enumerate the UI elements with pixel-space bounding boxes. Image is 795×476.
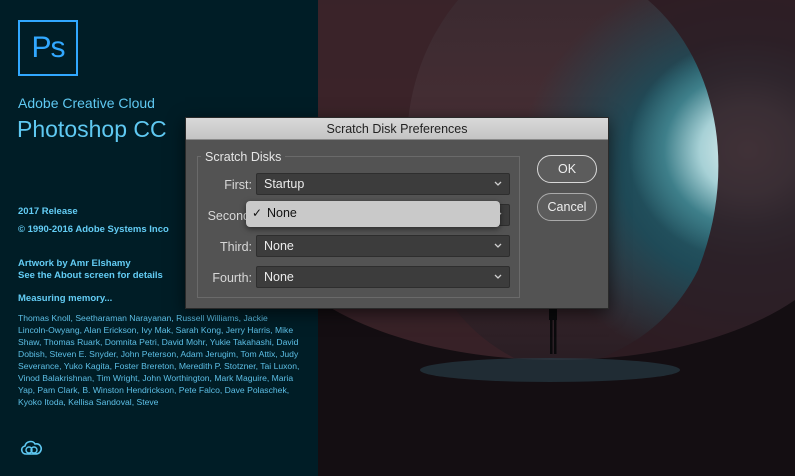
release-label: 2017 Release	[18, 206, 78, 217]
chevron-down-icon	[494, 274, 502, 279]
first-disk-select[interactable]: Startup	[256, 173, 510, 195]
loading-status: Measuring memory...	[18, 293, 113, 304]
credits-list: Thomas Knoll, Seetharaman Narayanan, Rus…	[18, 313, 300, 407]
popup-item-none[interactable]: None	[267, 206, 297, 220]
first-disk-value: Startup	[264, 177, 305, 191]
product-name: Photoshop CC	[17, 116, 167, 142]
brand-creative-cloud: Adobe Creative Cloud	[18, 95, 155, 111]
checkmark-icon: ✓	[252, 206, 263, 220]
chevron-down-icon	[494, 243, 502, 248]
fourth-disk-label: Fourth:	[212, 271, 252, 285]
cancel-button[interactable]: Cancel	[537, 193, 597, 221]
third-disk-value: None	[264, 239, 294, 253]
first-disk-label: First:	[224, 178, 252, 192]
third-disk-select[interactable]: None	[256, 235, 510, 257]
about-screen-link[interactable]: See the About screen for details	[18, 270, 163, 281]
ok-button[interactable]: OK	[537, 155, 597, 183]
second-disk-popup-menu[interactable]: ✓ None	[246, 201, 500, 227]
artwork-credit: Artwork by Amr Elshamy	[18, 258, 131, 269]
chevron-down-icon	[494, 181, 502, 186]
scratch-disks-group-label: Scratch Disks	[201, 150, 286, 164]
fourth-disk-select[interactable]: None	[256, 266, 510, 288]
second-disk-label: Second	[207, 209, 250, 223]
third-disk-label: Third:	[220, 240, 252, 254]
creative-cloud-icon	[20, 440, 42, 455]
photoshop-logo: Ps	[18, 20, 78, 76]
fourth-disk-value: None	[264, 270, 294, 284]
